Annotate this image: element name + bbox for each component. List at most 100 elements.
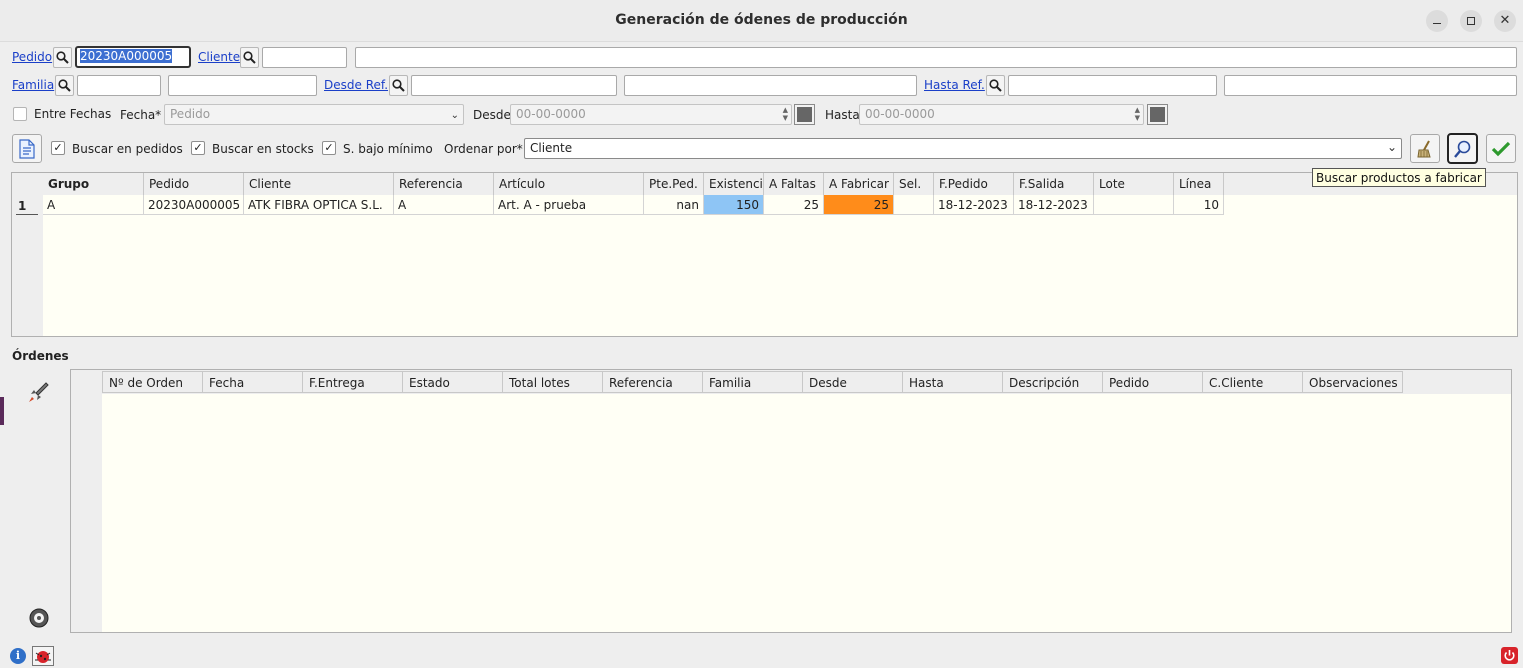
cell-articulo[interactable]: Art. A - prueba <box>494 195 644 215</box>
pedido-search-button[interactable] <box>53 47 72 68</box>
column-header[interactable]: Fecha <box>203 371 303 393</box>
entre-fechas-label: Entre Fechas <box>34 107 112 121</box>
maximize-icon <box>1467 17 1475 25</box>
cliente-code-input[interactable] <box>262 47 347 68</box>
column-header[interactable]: Sel. <box>894 173 934 195</box>
hasta-calendar-button[interactable] <box>1147 104 1168 125</box>
familia-link[interactable]: Familia <box>12 78 54 92</box>
accept-button[interactable] <box>1486 134 1516 163</box>
column-header[interactable]: Familia <box>703 371 803 393</box>
buscar-pedidos-label: Buscar en pedidos <box>72 142 183 156</box>
hasta-date-value: 00-00-0000 <box>865 107 935 121</box>
settings-button[interactable] <box>28 607 50 629</box>
title-bar: Generación de ódenes de producción ✕ <box>0 0 1523 42</box>
hasta-ref-name-input[interactable] <box>1224 75 1517 96</box>
broom-icon <box>1417 140 1431 157</box>
column-header[interactable]: Referencia <box>603 371 703 393</box>
column-header[interactable]: A Fabricar <box>824 173 894 195</box>
hasta-ref-code-input[interactable] <box>1008 75 1217 96</box>
bug-icon <box>35 651 51 663</box>
pedido-input[interactable]: 20230A000005 <box>75 46 191 68</box>
column-header[interactable]: Hasta <box>903 371 1003 393</box>
column-header[interactable]: Observaciones <box>1303 371 1403 393</box>
column-header[interactable]: C.Cliente <box>1203 371 1303 393</box>
cell-referencia[interactable]: A <box>394 195 494 215</box>
cell-f-salida[interactable]: 18-12-2023 <box>1014 195 1094 215</box>
column-header[interactable]: A Faltas <box>764 173 824 195</box>
hasta-label: Hasta <box>825 108 860 122</box>
column-header[interactable]: Desde <box>803 371 903 393</box>
row-number[interactable]: 1 <box>16 199 38 215</box>
hasta-ref-search-button[interactable] <box>986 75 1005 96</box>
column-header[interactable]: Existencia <box>704 173 764 195</box>
cell-existencia[interactable]: 150 <box>704 195 764 215</box>
search-icon <box>989 79 1002 92</box>
cell-a-fabricar[interactable]: 25 <box>824 195 894 215</box>
cliente-search-button[interactable] <box>240 47 259 68</box>
desde-ref-name-input[interactable] <box>624 75 917 96</box>
calendar-icon <box>797 107 812 122</box>
search-products-button[interactable] <box>1447 133 1478 164</box>
buscar-stocks-checkbox[interactable]: ✓ <box>191 141 205 155</box>
hasta-ref-link[interactable]: Hasta Ref. <box>924 78 985 92</box>
bug-report-button[interactable] <box>32 646 54 666</box>
clear-button[interactable] <box>1410 134 1440 163</box>
cell-grupo[interactable]: A <box>43 195 144 215</box>
cell-a-faltas[interactable]: 25 <box>764 195 824 215</box>
cell-cliente[interactable]: ATK FIBRA OPTICA S.L. <box>244 195 394 215</box>
column-header[interactable]: Grupo <box>43 173 144 195</box>
search-icon <box>392 79 405 92</box>
entre-fechas-checkbox[interactable] <box>13 107 27 121</box>
column-header[interactable]: Referencia <box>394 173 494 195</box>
power-button[interactable] <box>1501 647 1518 664</box>
cell-lote[interactable] <box>1094 195 1174 215</box>
cell-f-pedido[interactable]: 18-12-2023 <box>934 195 1014 215</box>
cell-linea[interactable]: 10 <box>1174 195 1224 215</box>
ordenes-section-label: Órdenes <box>12 349 69 363</box>
column-header[interactable]: Descripción <box>1003 371 1103 393</box>
maximize-button[interactable] <box>1460 10 1482 32</box>
column-header[interactable]: Pedido <box>1103 371 1203 393</box>
bajo-minimo-checkbox[interactable]: ✓ <box>322 141 336 155</box>
desde-calendar-button[interactable] <box>794 104 815 125</box>
checkmark-icon <box>1491 141 1511 156</box>
orders-table-header: Nº de Orden Fecha F.Entrega Estado Total… <box>102 370 1511 394</box>
familia-name-input[interactable] <box>168 75 317 96</box>
chevron-down-icon: ⌄ <box>1386 140 1397 154</box>
column-header[interactable]: Pedido <box>144 173 244 195</box>
buscar-pedidos-checkbox[interactable]: ✓ <box>51 141 65 155</box>
cliente-name-input[interactable] <box>355 47 1517 68</box>
close-button[interactable]: ✕ <box>1494 10 1516 32</box>
desde-date-input[interactable]: 00-00-0000 ▲ ▼ <box>510 104 792 125</box>
familia-search-button[interactable] <box>55 75 74 96</box>
familia-code-input[interactable] <box>77 75 161 96</box>
spinner-icon: ▲ ▼ <box>782 106 788 122</box>
window-title: Generación de ódenes de producción <box>615 12 908 28</box>
column-header[interactable]: F.Entrega <box>303 371 403 393</box>
launch-orders-button[interactable] <box>26 379 52 405</box>
column-header[interactable]: Lote <box>1094 173 1174 195</box>
desde-ref-link[interactable]: Desde Ref. <box>324 78 388 92</box>
column-header[interactable]: Estado <box>403 371 503 393</box>
ordenar-select[interactable]: Cliente ⌄ <box>524 138 1402 159</box>
column-header[interactable]: Línea <box>1174 173 1224 195</box>
desde-ref-code-input[interactable] <box>411 75 617 96</box>
minimize-button[interactable] <box>1426 10 1448 32</box>
desde-ref-search-button[interactable] <box>389 75 408 96</box>
column-header[interactable]: Cliente <box>244 173 394 195</box>
pedido-link[interactable]: Pedido <box>12 50 52 64</box>
column-header[interactable]: F.Pedido <box>934 173 1014 195</box>
info-button[interactable]: i <box>10 648 26 664</box>
column-header[interactable]: Total lotes <box>503 371 603 393</box>
column-header[interactable]: Artículo <box>494 173 644 195</box>
column-header[interactable]: Nº de Orden <box>102 371 203 393</box>
cell-pedido[interactable]: 20230A000005 <box>144 195 244 215</box>
cell-sel[interactable] <box>894 195 934 215</box>
hasta-date-input[interactable]: 00-00-0000 ▲ ▼ <box>859 104 1144 125</box>
cliente-link[interactable]: Cliente <box>198 50 240 64</box>
column-header[interactable]: Pte.Ped. <box>644 173 704 195</box>
cell-pte-ped[interactable]: nan <box>644 195 704 215</box>
export-button[interactable] <box>12 134 42 163</box>
fecha-select[interactable]: Pedido ⌄ <box>164 104 464 125</box>
column-header[interactable]: F.Salida <box>1014 173 1094 195</box>
